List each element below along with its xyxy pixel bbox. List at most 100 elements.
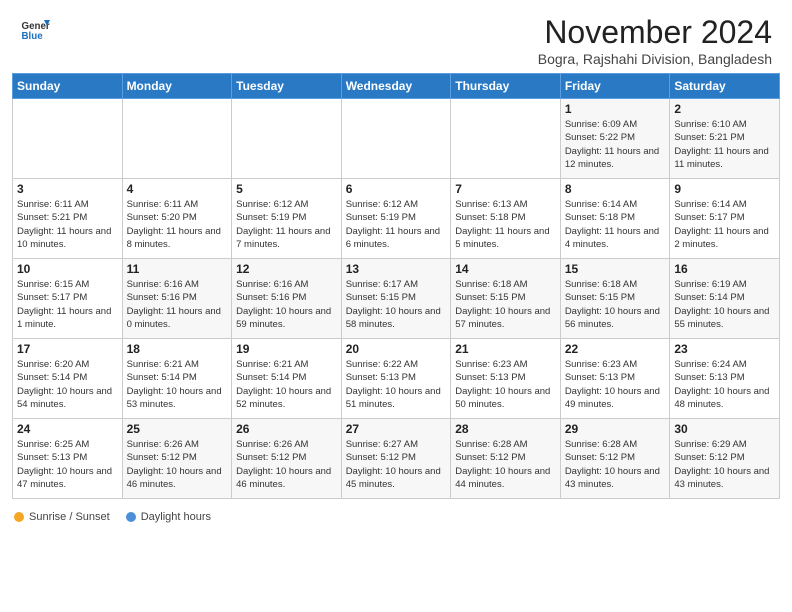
day-number: 9 [674,182,775,196]
day-number: 6 [346,182,447,196]
day-number: 23 [674,342,775,356]
day-info: Sunrise: 6:12 AM Sunset: 5:19 PM Dayligh… [346,198,447,251]
calendar-week-row: 3Sunrise: 6:11 AM Sunset: 5:21 PM Daylig… [13,179,780,259]
day-info: Sunrise: 6:23 AM Sunset: 5:13 PM Dayligh… [565,358,666,411]
day-info: Sunrise: 6:18 AM Sunset: 5:15 PM Dayligh… [455,278,556,331]
calendar-cell: 18Sunrise: 6:21 AM Sunset: 5:14 PM Dayli… [122,339,232,419]
day-number: 16 [674,262,775,276]
calendar-cell: 17 Sunrise: 6:20 AM Sunset: 5:14 PM Dayli… [13,339,123,419]
calendar-cell: 16 Sunrise: 6:19 AM Sunset: 5:14 PM Dayli… [670,259,780,339]
daylight-legend: Daylight hours [126,511,211,523]
day-info: Sunrise: 6:16 AM Sunset: 5:16 PM Dayligh… [127,278,228,331]
day-info: Sunrise: 6:22 AM Sunset: 5:13 PM Dayligh… [346,358,447,411]
calendar-cell: 3Sunrise: 6:11 AM Sunset: 5:21 PM Daylig… [13,179,123,259]
calendar-cell: 23 Sunrise: 6:24 AM Sunset: 5:13 PM Dayli… [670,339,780,419]
calendar-cell: 30 Sunrise: 6:29 AM Sunset: 5:12 PM Dayli… [670,419,780,499]
day-number: 18 [127,342,228,356]
day-number: 5 [236,182,337,196]
calendar-cell: 5 Sunrise: 6:12 AM Sunset: 5:19 PM Daylig… [232,179,342,259]
title-section: November 2024 Bogra, Rajshahi Division, … [538,14,772,67]
calendar-cell: 12 Sunrise: 6:16 AM Sunset: 5:16 PM Dayli… [232,259,342,339]
day-info: Sunrise: 6:18 AM Sunset: 5:15 PM Dayligh… [565,278,666,331]
day-number: 4 [127,182,228,196]
daylight-label: Daylight hours [141,511,211,523]
day-info: Sunrise: 6:10 AM Sunset: 5:21 PM Dayligh… [674,118,775,171]
calendar-cell: 28 Sunrise: 6:28 AM Sunset: 5:12 PM Dayli… [451,419,561,499]
day-number: 1 [565,102,666,116]
day-info: Sunrise: 6:23 AM Sunset: 5:13 PM Dayligh… [455,358,556,411]
calendar-table: SundayMondayTuesdayWednesdayThursdayFrid… [12,73,780,499]
day-info: Sunrise: 6:09 AM Sunset: 5:22 PM Dayligh… [565,118,666,171]
calendar-week-row: 24Sunrise: 6:25 AM Sunset: 5:13 PM Dayli… [13,419,780,499]
day-number: 13 [346,262,447,276]
calendar-week-row: 1 Sunrise: 6:09 AM Sunset: 5:22 PM Daylig… [13,99,780,179]
day-info: Sunrise: 6:20 AM Sunset: 5:14 PM Dayligh… [17,358,118,411]
day-info: Sunrise: 6:29 AM Sunset: 5:12 PM Dayligh… [674,438,775,491]
calendar-cell: 15Sunrise: 6:18 AM Sunset: 5:15 PM Dayli… [560,259,670,339]
day-number: 7 [455,182,556,196]
calendar-cell: 26Sunrise: 6:26 AM Sunset: 5:12 PM Dayli… [232,419,342,499]
calendar-week-row: 10Sunrise: 6:15 AM Sunset: 5:17 PM Dayli… [13,259,780,339]
weekday-header: Monday [122,74,232,99]
calendar-cell [13,99,123,179]
calendar-cell: 19Sunrise: 6:21 AM Sunset: 5:14 PM Dayli… [232,339,342,419]
day-info: Sunrise: 6:14 AM Sunset: 5:18 PM Dayligh… [565,198,666,251]
calendar-cell: 14 Sunrise: 6:18 AM Sunset: 5:15 PM Dayli… [451,259,561,339]
calendar-cell: 29 Sunrise: 6:28 AM Sunset: 5:12 PM Dayli… [560,419,670,499]
subtitle: Bogra, Rajshahi Division, Bangladesh [538,51,772,67]
weekday-header: Saturday [670,74,780,99]
weekday-header: Thursday [451,74,561,99]
calendar-cell: 11 Sunrise: 6:16 AM Sunset: 5:16 PM Dayli… [122,259,232,339]
day-number: 2 [674,102,775,116]
calendar-cell: 1 Sunrise: 6:09 AM Sunset: 5:22 PM Daylig… [560,99,670,179]
day-number: 22 [565,342,666,356]
day-info: Sunrise: 6:21 AM Sunset: 5:14 PM Dayligh… [236,358,337,411]
calendar-cell: 22 Sunrise: 6:23 AM Sunset: 5:13 PM Dayli… [560,339,670,419]
calendar-cell: 10Sunrise: 6:15 AM Sunset: 5:17 PM Dayli… [13,259,123,339]
day-number: 30 [674,422,775,436]
day-number: 17 [17,342,118,356]
sunrise-dot [14,512,24,522]
logo: General Blue [20,14,50,44]
day-number: 20 [346,342,447,356]
day-info: Sunrise: 6:11 AM Sunset: 5:21 PM Dayligh… [17,198,118,251]
day-info: Sunrise: 6:12 AM Sunset: 5:19 PM Dayligh… [236,198,337,251]
calendar-cell: 27 Sunrise: 6:27 AM Sunset: 5:12 PM Dayli… [341,419,451,499]
day-info: Sunrise: 6:11 AM Sunset: 5:20 PM Dayligh… [127,198,228,251]
month-title: November 2024 [538,14,772,51]
calendar-cell: 6 Sunrise: 6:12 AM Sunset: 5:19 PM Daylig… [341,179,451,259]
day-number: 12 [236,262,337,276]
day-number: 27 [346,422,447,436]
day-info: Sunrise: 6:14 AM Sunset: 5:17 PM Dayligh… [674,198,775,251]
day-info: Sunrise: 6:26 AM Sunset: 5:12 PM Dayligh… [236,438,337,491]
weekday-header: Wednesday [341,74,451,99]
day-number: 28 [455,422,556,436]
day-info: Sunrise: 6:26 AM Sunset: 5:12 PM Dayligh… [127,438,228,491]
day-number: 8 [565,182,666,196]
day-info: Sunrise: 6:28 AM Sunset: 5:12 PM Dayligh… [455,438,556,491]
day-info: Sunrise: 6:19 AM Sunset: 5:14 PM Dayligh… [674,278,775,331]
calendar-cell [122,99,232,179]
weekday-header: Friday [560,74,670,99]
day-number: 29 [565,422,666,436]
day-info: Sunrise: 6:16 AM Sunset: 5:16 PM Dayligh… [236,278,337,331]
svg-text:Blue: Blue [22,31,44,42]
day-number: 11 [127,262,228,276]
calendar-cell: 9 Sunrise: 6:14 AM Sunset: 5:17 PM Daylig… [670,179,780,259]
day-info: Sunrise: 6:28 AM Sunset: 5:12 PM Dayligh… [565,438,666,491]
weekday-header-row: SundayMondayTuesdayWednesdayThursdayFrid… [13,74,780,99]
calendar-cell: 13 Sunrise: 6:17 AM Sunset: 5:15 PM Dayli… [341,259,451,339]
logo-icon: General Blue [20,14,50,44]
calendar-cell: 4 Sunrise: 6:11 AM Sunset: 5:20 PM Daylig… [122,179,232,259]
day-number: 14 [455,262,556,276]
legend: Sunrise / Sunset Daylight hours [0,507,792,529]
day-info: Sunrise: 6:24 AM Sunset: 5:13 PM Dayligh… [674,358,775,411]
day-info: Sunrise: 6:27 AM Sunset: 5:12 PM Dayligh… [346,438,447,491]
header: General Blue November 2024 Bogra, Rajsha… [0,0,792,73]
calendar-cell: 8 Sunrise: 6:14 AM Sunset: 5:18 PM Daylig… [560,179,670,259]
calendar-cell [451,99,561,179]
day-info: Sunrise: 6:17 AM Sunset: 5:15 PM Dayligh… [346,278,447,331]
day-number: 25 [127,422,228,436]
weekday-header: Tuesday [232,74,342,99]
day-number: 10 [17,262,118,276]
